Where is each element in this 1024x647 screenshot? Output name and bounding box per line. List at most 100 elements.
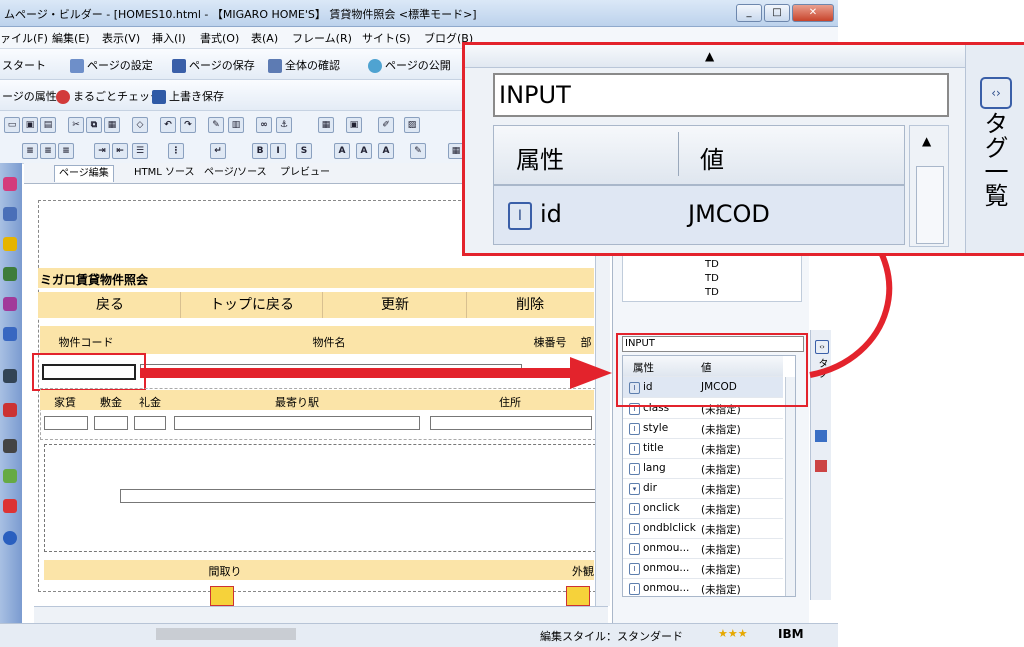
grid-icon[interactable]: ▦: [318, 117, 334, 133]
minimize-button[interactable]: _: [736, 4, 762, 22]
italic-icon[interactable]: I: [270, 143, 286, 159]
table-row[interactable]: Ionclick (未指定): [623, 498, 783, 519]
pen-icon[interactable]: ✐: [378, 117, 394, 133]
parts-icon[interactable]: [3, 207, 17, 221]
tree-node-td[interactable]: TD: [705, 273, 719, 284]
template-icon[interactable]: [3, 297, 17, 311]
form-icon[interactable]: [3, 439, 17, 453]
whole-check-button[interactable]: まるごとチェック: [56, 88, 161, 104]
script-icon[interactable]: [3, 403, 17, 417]
outdent-icon[interactable]: ⇤: [112, 143, 128, 159]
rent-input[interactable]: [44, 416, 88, 430]
menu-view[interactable]: 表示(V): [102, 30, 140, 46]
palette-icon[interactable]: [3, 177, 17, 191]
bold-icon[interactable]: B: [252, 143, 268, 159]
save-icon[interactable]: ▣: [22, 117, 38, 133]
table-row[interactable]: Iondblclick (未指定): [623, 518, 783, 539]
page-settings-button[interactable]: ページの設定: [70, 57, 153, 73]
close-button[interactable]: ✕: [792, 4, 834, 22]
b-icon[interactable]: [815, 430, 827, 442]
flash-icon[interactable]: [3, 469, 17, 483]
print-icon[interactable]: ▤: [40, 117, 56, 133]
table-row[interactable]: ▾ dir (未指定): [623, 478, 783, 499]
image-icon[interactable]: ▨: [404, 117, 420, 133]
deposit-input[interactable]: [94, 416, 128, 430]
zoom-id-row[interactable]: I id JMCOD: [493, 185, 905, 245]
font-larger-icon[interactable]: A: [334, 143, 350, 159]
scroll-up-icon[interactable]: ▲: [922, 134, 931, 148]
menu-site[interactable]: サイト(S): [362, 30, 411, 46]
redo-icon[interactable]: ↷: [180, 117, 196, 133]
menu-insert[interactable]: 挿入(I): [152, 30, 186, 46]
tab-page-source[interactable]: ページ/ソース: [200, 165, 271, 181]
scroll-thumb[interactable]: [916, 166, 944, 244]
font-color-icon[interactable]: A: [378, 143, 394, 159]
paste-icon[interactable]: ▦: [104, 117, 120, 133]
cut-icon[interactable]: ✂: [68, 117, 84, 133]
delete-button[interactable]: 削除: [468, 292, 592, 318]
address-input[interactable]: [430, 416, 592, 430]
station-input[interactable]: [174, 416, 420, 430]
tree-node-td[interactable]: TD: [705, 287, 719, 298]
page-publish-button[interactable]: ページの公開: [368, 57, 451, 73]
tab-preview[interactable]: プレビュー: [276, 165, 334, 181]
menu-format[interactable]: 書式(O): [200, 30, 239, 46]
align-left-icon[interactable]: ≡: [22, 143, 38, 159]
update-button[interactable]: 更新: [324, 292, 467, 318]
overall-check-button[interactable]: 全体の確認: [268, 57, 340, 73]
align-right-icon[interactable]: ≡: [58, 143, 74, 159]
indent-icon[interactable]: ⇥: [94, 143, 110, 159]
gallery-icon[interactable]: [3, 499, 17, 513]
back-button[interactable]: 戻る: [40, 292, 181, 318]
maximize-button[interactable]: □: [764, 4, 790, 22]
edit-icon[interactable]: ✎: [208, 117, 224, 133]
zoom-tag-list-tab[interactable]: タグ一覧: [980, 111, 1008, 207]
open-icon[interactable]: ▭: [4, 117, 20, 133]
top-button[interactable]: トップに戻る: [182, 292, 323, 318]
undo-icon[interactable]: ↶: [160, 117, 176, 133]
page-save-button[interactable]: ページの保存: [172, 57, 255, 73]
menu-edit[interactable]: 編集(E): [52, 30, 90, 46]
numbered-list-icon[interactable]: ⋮: [168, 143, 184, 159]
grid-scrollbar[interactable]: [785, 377, 795, 596]
strike-icon[interactable]: S: [296, 143, 312, 159]
collapse-arrow-icon[interactable]: [3, 369, 17, 383]
break-icon[interactable]: ↵: [210, 143, 226, 159]
key-money-input[interactable]: [134, 416, 166, 430]
collapse-up-icon[interactable]: ▲: [705, 49, 714, 63]
table-row[interactable]: Istyle (未指定): [623, 418, 783, 439]
tab-html-source[interactable]: HTML ソース: [130, 165, 199, 181]
menu-file[interactable]: ァイル(F): [0, 30, 48, 46]
tree-node-td[interactable]: TD: [705, 259, 719, 270]
eraser-icon[interactable]: ◇: [132, 117, 148, 133]
menu-frame[interactable]: フレーム(R): [292, 30, 352, 46]
table-row[interactable]: Ionmou... (未指定): [623, 578, 783, 596]
align-center-icon[interactable]: ≡: [40, 143, 56, 159]
navigation-icon[interactable]: [3, 531, 17, 545]
link-icon[interactable]: ∞: [256, 117, 272, 133]
anchor-icon[interactable]: ⚓: [276, 117, 292, 133]
page-attributes-button[interactable]: ージの属性: [2, 88, 57, 104]
tag-list-icon[interactable]: ‹›: [980, 77, 1012, 109]
table-row[interactable]: Ionmou... (未指定): [623, 538, 783, 559]
copy-icon[interactable]: ⧉: [86, 117, 102, 133]
remarks-input[interactable]: [120, 489, 596, 503]
object-icon[interactable]: [3, 237, 17, 251]
menu-table[interactable]: 表(A): [251, 30, 278, 46]
sitemap-icon[interactable]: [3, 327, 17, 341]
table-icon[interactable]: ▥: [228, 117, 244, 133]
material-icon[interactable]: [3, 267, 17, 281]
table-row[interactable]: Ionmou... (未指定): [623, 558, 783, 579]
start-button[interactable]: スタート: [2, 57, 46, 73]
table-row[interactable]: Ititle (未指定): [623, 438, 783, 459]
zoom-scrollbar[interactable]: ▲: [909, 125, 949, 247]
table-row[interactable]: Ilang (未指定): [623, 458, 783, 479]
highlight-icon[interactable]: ✎: [410, 143, 426, 159]
frame-icon[interactable]: ▣: [346, 117, 362, 133]
font-smaller-icon[interactable]: A: [356, 143, 372, 159]
list-icon[interactable]: ☰: [132, 143, 148, 159]
zoom-tag-name-field[interactable]: INPUT: [493, 73, 949, 117]
tab-page-edit[interactable]: ページ編集: [54, 165, 114, 182]
style-icon[interactable]: [815, 460, 827, 472]
editor-horizontal-scrollbar[interactable]: [34, 606, 608, 623]
